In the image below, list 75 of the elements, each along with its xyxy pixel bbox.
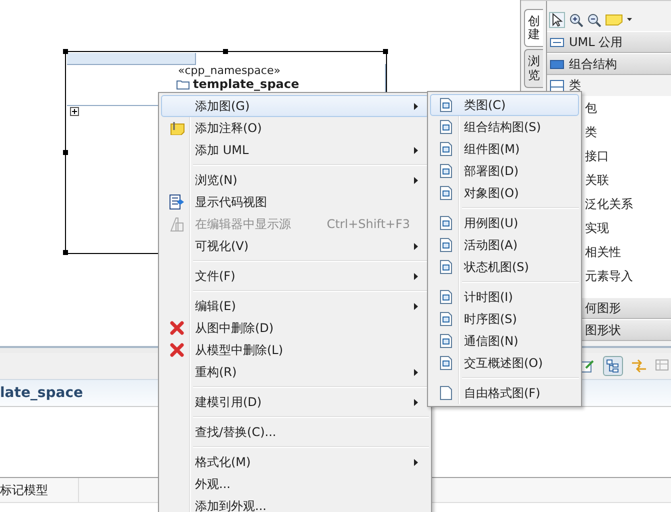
menu-item[interactable]: 用例图(U) (430, 212, 579, 234)
namespace-name: template_space (193, 77, 300, 91)
selection-handle[interactable] (223, 49, 228, 54)
palette-drawer[interactable]: UML 公用 (547, 31, 671, 53)
diagram-icon (440, 216, 452, 230)
diagram-icon (440, 238, 452, 252)
tree-view-button[interactable] (603, 356, 623, 376)
menu-item[interactable]: 文件(F) (161, 265, 429, 287)
palette-item[interactable]: 泛化关系 (585, 192, 633, 216)
page-icon (440, 386, 452, 400)
palette-item[interactable]: 实现 (585, 216, 609, 240)
diagram-icon (440, 164, 452, 178)
menu-item[interactable]: 状态机图(S) (430, 256, 579, 278)
menu-item[interactable]: 对象图(O) (430, 182, 579, 204)
palette-item[interactable]: 相关性 (585, 240, 621, 264)
menu-item[interactable]: 交互概述图(O) (430, 352, 579, 374)
zoom-in-icon (569, 12, 583, 26)
menu-item[interactable]: 从图中删除(D) (161, 317, 429, 339)
diagram-icon (440, 312, 452, 326)
menu-item[interactable]: 从模型中删除(L) (161, 339, 429, 361)
drawer-icon (550, 60, 564, 68)
menu-item[interactable]: 组合结构图(S) (430, 116, 579, 138)
palette-tab[interactable]: 创建 (524, 9, 543, 48)
palette-drawer[interactable]: 组合结构 (547, 53, 671, 75)
menu-item[interactable]: 显示代码视图 (161, 191, 429, 213)
menu-item[interactable]: 类图(C) (430, 94, 579, 116)
menu-item[interactable]: 添加注释(O) (161, 117, 429, 139)
diagram-icon (440, 260, 452, 274)
selection-handle[interactable] (63, 49, 68, 54)
menu-item[interactable]: 浏览(N) (161, 169, 429, 191)
menu-item[interactable]: 部署图(D) (430, 160, 579, 182)
menu-item[interactable]: 添加图(G) (161, 95, 429, 117)
zoom-out-icon (587, 12, 601, 26)
palette-tab[interactable]: 浏览 (524, 49, 543, 88)
delete-icon (170, 343, 184, 357)
class-icon (550, 80, 564, 92)
expand-icon (70, 107, 79, 116)
diagram-icon (440, 142, 452, 156)
menu-item[interactable]: 添加到外观... (161, 495, 429, 512)
pointer-icon (549, 12, 565, 28)
source-icon (170, 216, 184, 232)
folder-icon (176, 78, 190, 90)
menu-item[interactable]: 组件图(M) (430, 138, 579, 160)
note-icon (169, 121, 185, 135)
selection-handle[interactable] (63, 250, 68, 255)
menu-item[interactable]: 自由格式图(F) (430, 382, 579, 404)
diagram-icon (440, 186, 452, 200)
palette-item[interactable]: 元素导入 (585, 264, 633, 288)
menu-item[interactable]: 编辑(E) (161, 295, 429, 317)
palette-item[interactable]: 关联 (585, 168, 609, 192)
code-view-icon (169, 194, 185, 210)
menu-item[interactable]: 格式化(M) (161, 451, 429, 473)
palette-item[interactable]: 包 (585, 96, 597, 120)
menu-item[interactable]: 可视化(V) (161, 235, 429, 257)
menu-item[interactable]: 查找/替换(C)... (161, 421, 429, 443)
caret-icon (627, 18, 632, 21)
diagram-icon (440, 120, 452, 134)
diagram-icon (440, 356, 452, 370)
palette-item[interactable]: 类 (585, 120, 597, 144)
menu-item[interactable]: 活动图(A) (430, 234, 579, 256)
drawer-icon (550, 38, 564, 46)
menu-item[interactable]: 外观... (161, 473, 429, 495)
arrows-icon (631, 359, 647, 373)
stereotype-label: «cpp_namespace» (178, 64, 280, 77)
palette-item[interactable]: 接口 (585, 144, 609, 168)
delete-icon (170, 321, 184, 335)
table-header: 标记模型 (0, 478, 79, 502)
diagram-icon (440, 290, 452, 304)
selection-handle[interactable] (63, 150, 68, 154)
diagram-icon (440, 98, 452, 112)
selection-handle[interactable] (383, 49, 388, 54)
diagram-icon (440, 334, 452, 348)
tree-icon (606, 359, 620, 373)
note-icon (605, 14, 623, 26)
menu-item[interactable]: 添加 UML (161, 139, 429, 161)
